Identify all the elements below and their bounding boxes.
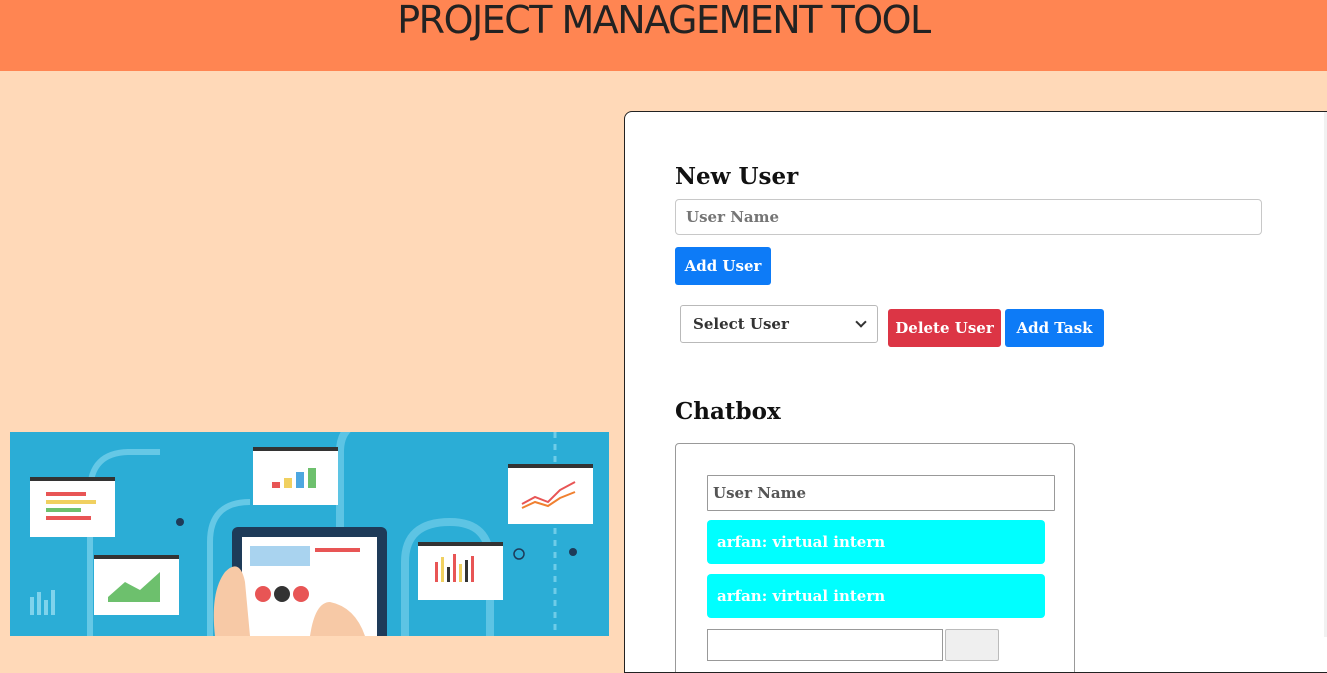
send-button[interactable] <box>945 629 999 661</box>
chat-message-input[interactable] <box>707 629 943 661</box>
add-task-button[interactable]: Add Task <box>1005 309 1104 347</box>
app-header: PROJECT MANAGEMENT TOOL <box>0 0 1327 71</box>
project-dashboard-illustration <box>10 432 609 636</box>
new-user-heading: New User <box>675 163 799 190</box>
add-user-button[interactable]: Add User <box>675 247 771 285</box>
delete-user-button[interactable]: Delete User <box>888 309 1001 347</box>
new-user-name-input[interactable] <box>675 199 1262 235</box>
select-user-value: Select User <box>693 315 789 333</box>
select-user-dropdown[interactable]: Select User <box>680 305 878 343</box>
chat-message: arfan: virtual intern <box>707 520 1045 564</box>
management-panel: New User Add User Select User Delete Use… <box>624 111 1327 673</box>
chevron-down-icon <box>855 316 867 328</box>
page-title: PROJECT MANAGEMENT TOOL <box>397 0 931 42</box>
chat-user-name-input[interactable]: User Name <box>707 475 1055 511</box>
chatbox-heading: Chatbox <box>675 398 781 425</box>
chat-message: arfan: virtual intern <box>707 574 1045 618</box>
chatbox: User Name arfan: virtual intern arfan: v… <box>675 443 1075 672</box>
